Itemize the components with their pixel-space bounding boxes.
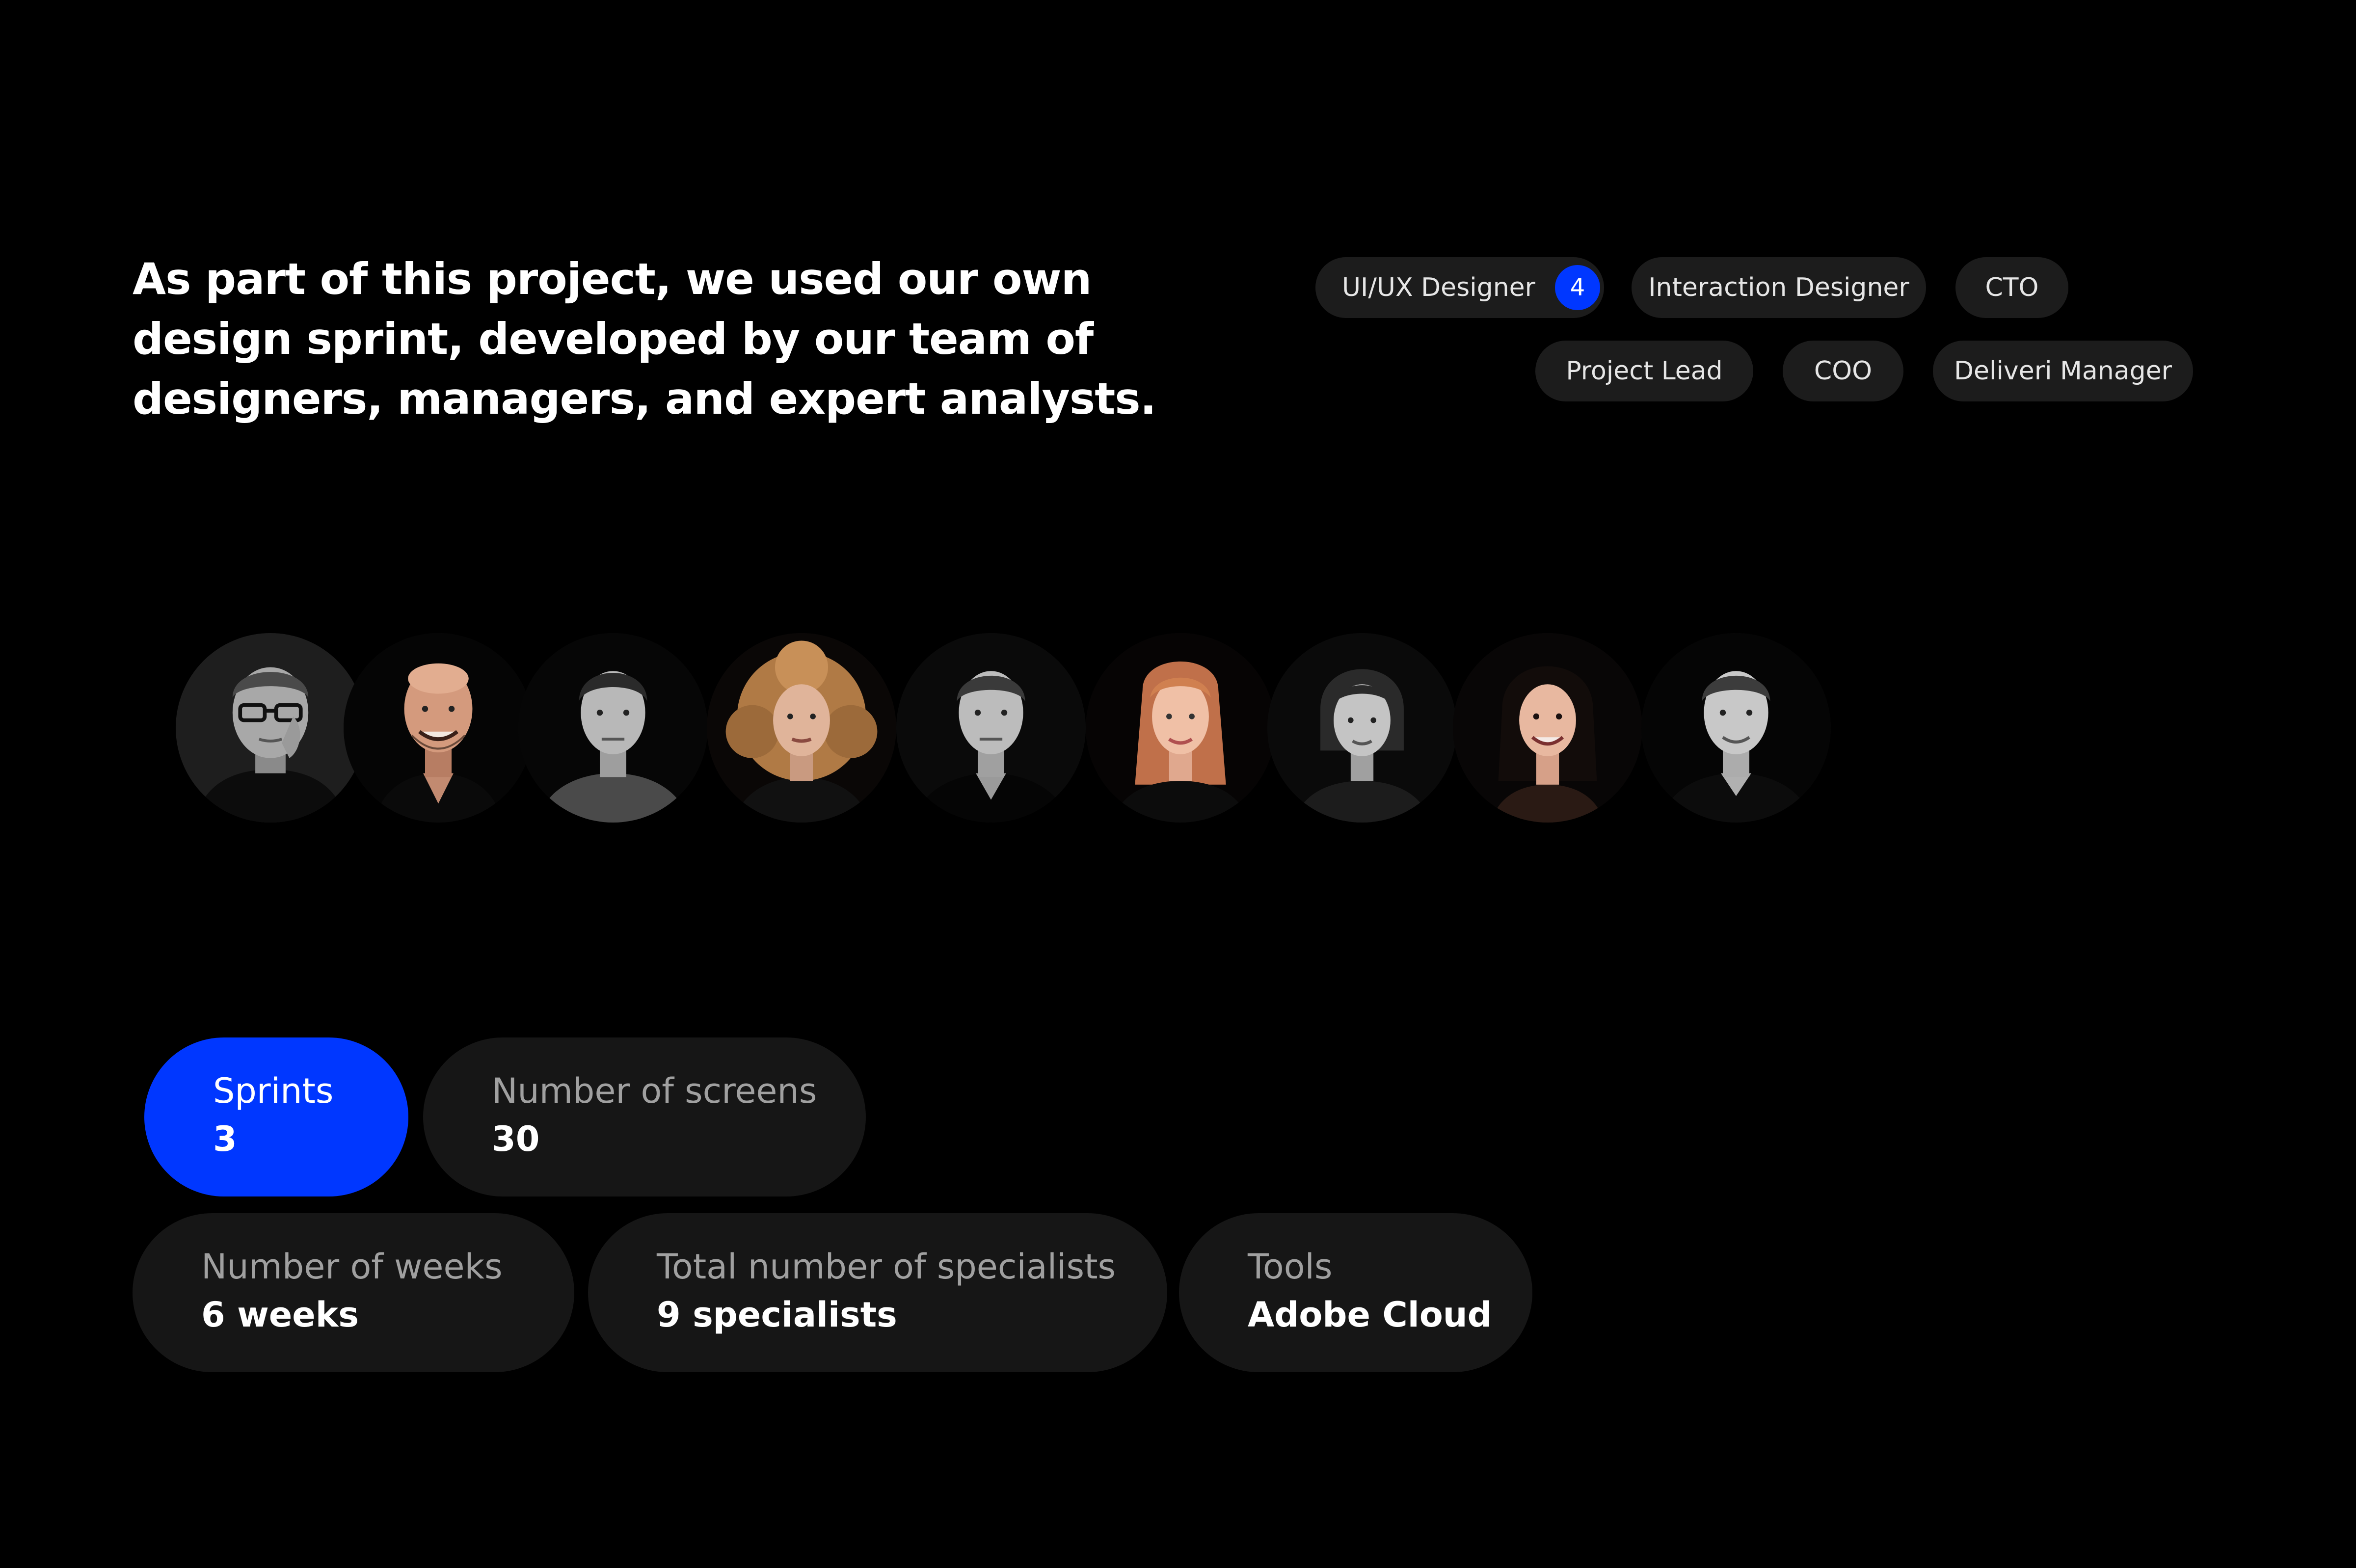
team-member-avatar xyxy=(344,633,533,823)
team-member-avatar xyxy=(1086,633,1275,823)
stat-number-of-weeks[interactable]: Number of weeks 6 weeks xyxy=(133,1213,574,1372)
stat-total-specialists[interactable]: Total number of specialists 9 specialist… xyxy=(588,1213,1167,1372)
team-member-avatar xyxy=(896,633,1086,823)
stat-label: Tools xyxy=(1248,1247,1333,1287)
avatar-woman-red-hair-icon xyxy=(1086,633,1275,823)
stat-value: 3 xyxy=(213,1119,237,1159)
stat-label: Number of weeks xyxy=(201,1247,503,1287)
role-tag-coo[interactable]: COO xyxy=(1783,341,1903,401)
team-member-avatar xyxy=(707,633,896,823)
headline: As part of this project, we used our own… xyxy=(133,249,1156,429)
avatar-man-bald-smiling-icon xyxy=(344,633,533,823)
team-member-avatar xyxy=(1453,633,1642,823)
stat-value: Adobe Cloud xyxy=(1248,1295,1492,1335)
stat-tools[interactable]: Tools Adobe Cloud xyxy=(1179,1213,1532,1372)
role-tag-project-lead[interactable]: Project Lead xyxy=(1535,341,1753,401)
count-badge: 4 xyxy=(1555,265,1601,310)
stat-number-of-screens[interactable]: Number of screens 30 xyxy=(423,1037,866,1196)
stat-value: 9 specialists xyxy=(657,1295,897,1335)
stat-value: 6 weeks xyxy=(201,1295,359,1335)
headline-line: design sprint, developed by our team of xyxy=(133,314,1094,364)
avatar-man-short-hair-icon xyxy=(518,633,708,823)
avatar-man-young-icon xyxy=(1641,633,1831,823)
stat-label: Number of screens xyxy=(492,1071,817,1111)
role-tag-label: Project Lead xyxy=(1566,356,1723,386)
headline-line: As part of this project, we used our own xyxy=(133,254,1092,304)
stat-label: Total number of specialists xyxy=(657,1247,1116,1287)
team-member-avatar xyxy=(176,633,365,823)
role-tag-delivery-manager[interactable]: Deliveri Manager xyxy=(1933,341,2193,401)
role-tag-label: UI/UX Designer xyxy=(1342,273,1536,302)
stat-value: 30 xyxy=(492,1119,540,1159)
avatar-woman-dark-hair-icon xyxy=(1453,633,1642,823)
stat-sprints[interactable]: Sprints 3 xyxy=(144,1037,408,1196)
role-tag-label: Interaction Designer xyxy=(1648,273,1909,302)
avatar-woman-curly-hair-icon xyxy=(707,633,896,823)
role-tag-label: CTO xyxy=(1985,273,2039,302)
avatar-man-glasses-icon xyxy=(176,633,365,823)
team-member-avatar xyxy=(1267,633,1457,823)
headline-line: designers, managers, and expert analysts… xyxy=(133,373,1156,424)
avatar-man-short-hair-2-icon xyxy=(896,633,1086,823)
team-member-avatar xyxy=(1641,633,1831,823)
stat-label: Sprints xyxy=(213,1071,334,1111)
avatar-woman-bob-hair-icon xyxy=(1267,633,1457,823)
role-tag-label: Deliveri Manager xyxy=(1954,356,2172,386)
role-tag-cto[interactable]: CTO xyxy=(1955,257,2068,318)
team-avatars xyxy=(0,633,2356,829)
team-member-avatar xyxy=(518,633,708,823)
role-tag-interaction-designer[interactable]: Interaction Designer xyxy=(1632,257,1926,318)
role-tag-label: COO xyxy=(1814,356,1873,386)
role-tag-ui-ux-designer[interactable]: UI/UX Designer 4 xyxy=(1315,257,1604,318)
